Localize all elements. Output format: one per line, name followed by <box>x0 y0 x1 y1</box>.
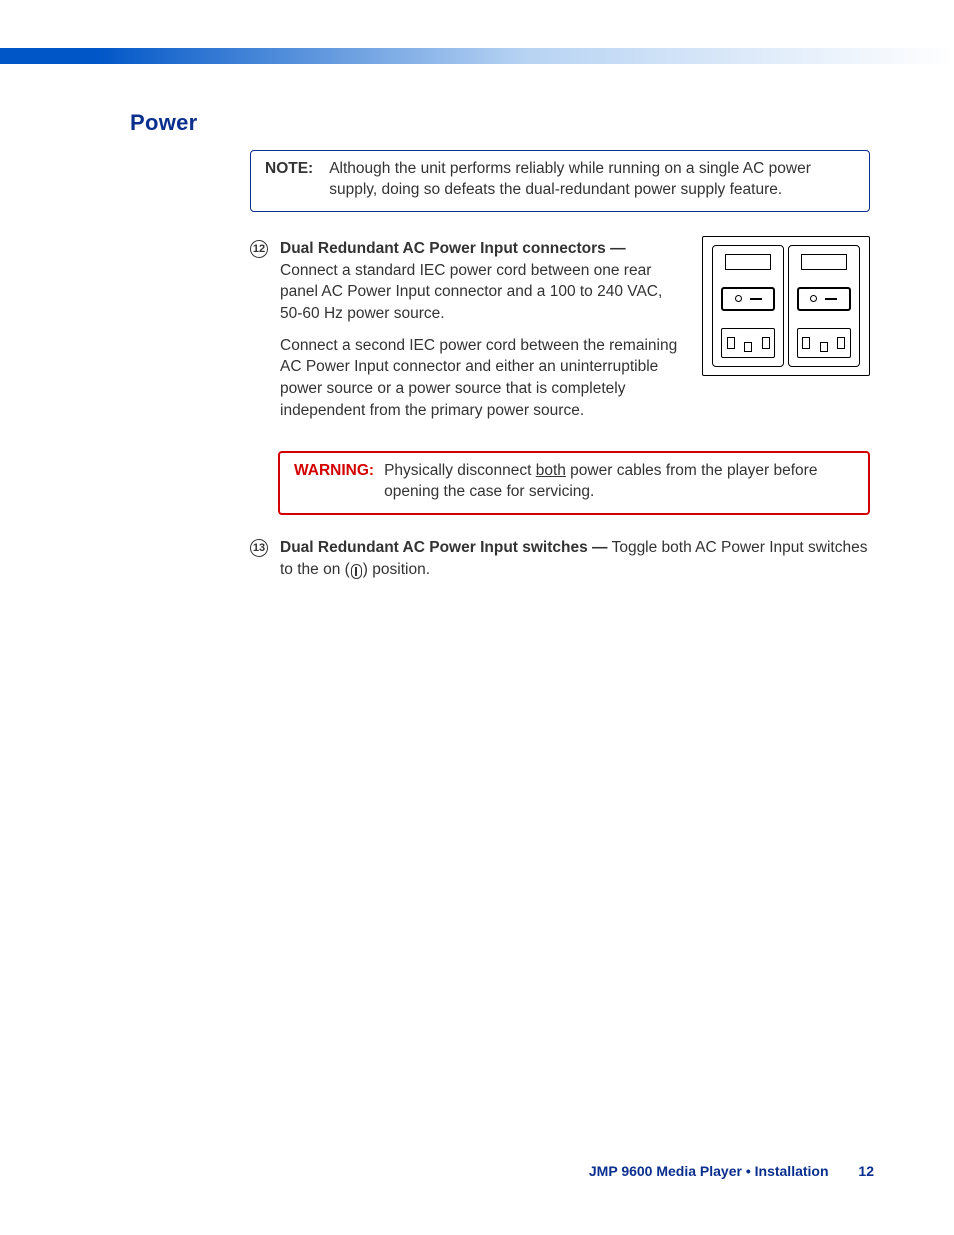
item-12-para1: Connect a standard IEC power cord betwee… <box>280 262 662 322</box>
page-footer: JMP 9600 Media Player • Installation 12 <box>589 1163 874 1179</box>
item-12: 12 Dual Redundant AC Power Input connect… <box>250 238 870 432</box>
power-module-right <box>788 245 860 367</box>
item-12-para2: Connect a second IEC power cord between … <box>280 335 682 422</box>
module-switch-icon <box>797 287 851 311</box>
note-label: NOTE: <box>265 159 313 201</box>
warning-callout: WARNING: Physically disconnect both powe… <box>278 451 870 515</box>
item-12-title: Dual Redundant AC Power Input connectors… <box>280 240 626 257</box>
warning-underlined: both <box>536 462 566 479</box>
item-number-badge: 13 <box>250 539 268 557</box>
header-accent-bar <box>0 48 954 64</box>
note-text: Although the unit performs reliably whil… <box>329 159 855 201</box>
module-slot-icon <box>725 254 771 270</box>
page-number: 12 <box>858 1163 874 1179</box>
page-content: Power NOTE: Although the unit performs r… <box>130 110 870 591</box>
footer-text: JMP 9600 Media Player • Installation <box>589 1163 829 1179</box>
power-module-left <box>712 245 784 367</box>
module-switch-icon <box>721 287 775 311</box>
iec-socket-icon <box>797 328 851 358</box>
item-13-title: Dual Redundant AC Power Input switches — <box>280 539 608 556</box>
note-callout: NOTE: Although the unit performs reliabl… <box>250 150 870 212</box>
item-number-badge: 12 <box>250 240 268 258</box>
power-connectors-diagram <box>702 236 870 376</box>
power-on-symbol-icon <box>351 564 362 579</box>
warning-label: WARNING: <box>294 461 374 503</box>
warning-text: Physically disconnect both power cables … <box>384 461 854 503</box>
module-slot-icon <box>801 254 847 270</box>
item-13: 13 Dual Redundant AC Power Input switche… <box>250 537 870 590</box>
warning-pre: Physically disconnect <box>384 462 536 479</box>
section-heading: Power <box>130 110 870 136</box>
item-13-text-b: ) position. <box>363 561 430 578</box>
iec-socket-icon <box>721 328 775 358</box>
